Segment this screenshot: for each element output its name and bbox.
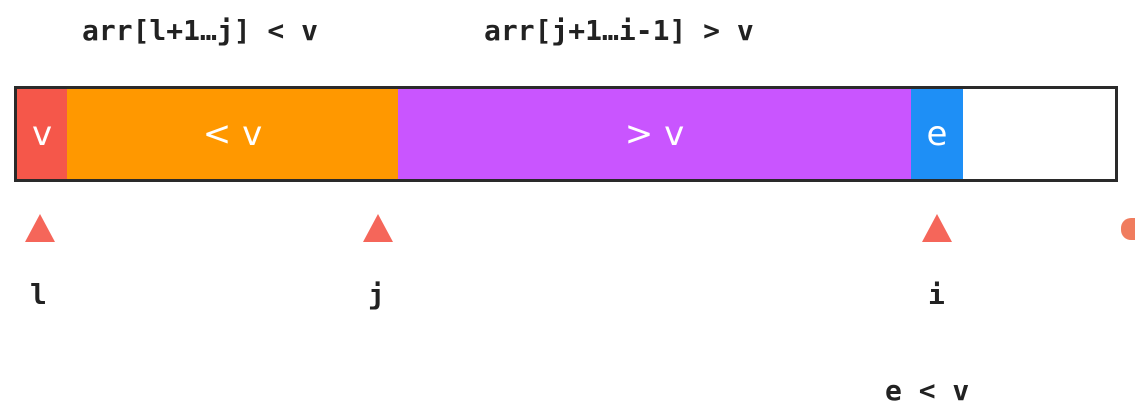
- condition-label: e < v: [885, 374, 970, 407]
- array-bar: v < v > v e: [14, 86, 1118, 182]
- range-label-less: arr[l+1…j] < v: [82, 14, 319, 47]
- pointer-l-marker-icon: [25, 214, 55, 242]
- segment-pivot: v: [17, 89, 67, 179]
- segment-greater-than-v: > v: [398, 89, 911, 179]
- segment-less-than-v: < v: [67, 89, 398, 179]
- pointer-l-label: l: [30, 278, 47, 311]
- segment-current-element: e: [911, 89, 963, 179]
- pointer-j-marker-icon: [363, 214, 393, 242]
- segment-unprocessed: [963, 89, 1115, 179]
- pointer-j-label: j: [368, 278, 385, 311]
- pointer-i-label: i: [928, 278, 945, 311]
- pointer-i-marker-icon: [922, 214, 952, 242]
- range-label-greater: arr[j+1…i-1] > v: [484, 14, 754, 47]
- edge-decoration-icon: [1121, 218, 1135, 240]
